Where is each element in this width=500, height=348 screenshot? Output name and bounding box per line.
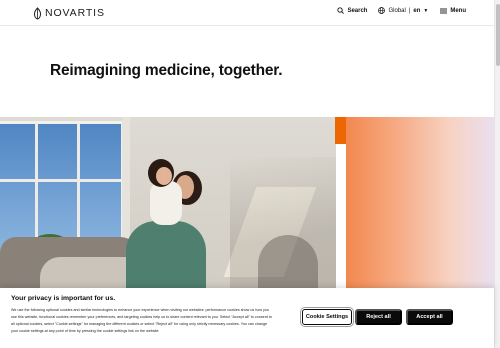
brand-logo[interactable]: NOVARTIS xyxy=(33,6,105,20)
headline-emphasis: together xyxy=(218,62,279,79)
brand-name: NOVARTIS xyxy=(45,7,105,19)
menu-button[interactable]: Menu xyxy=(440,8,466,14)
region-selector[interactable]: Global | en ▼ xyxy=(378,7,428,14)
cookie-settings-button[interactable]: Cookie Settings xyxy=(302,309,352,325)
hero-gradient-panel xyxy=(346,117,494,289)
region-label: Global xyxy=(388,7,406,14)
scrollbar-thumb[interactable] xyxy=(496,4,500,66)
cookie-banner: Your privacy is important for us. We use… xyxy=(0,288,494,348)
menu-label: Menu xyxy=(450,7,466,14)
hero-headline: Reimagining medicine, together. xyxy=(50,62,283,80)
headline-prefix: Reimagining medicine, xyxy=(50,62,219,79)
region-divider: | xyxy=(408,7,411,14)
hero-image xyxy=(0,117,494,289)
header-nav: Search Global | en ▼ Menu xyxy=(337,7,466,14)
cookie-title: Your privacy is important for us. xyxy=(11,295,116,302)
hero-divider xyxy=(336,144,346,289)
photo-shadow-figure xyxy=(258,235,318,289)
globe-icon xyxy=(378,7,386,14)
photo-mother xyxy=(126,221,206,289)
window-mullion xyxy=(0,179,121,182)
language-label: en xyxy=(413,7,421,14)
headline-suffix: . xyxy=(278,62,283,79)
photo-child-face xyxy=(156,167,172,185)
brand-accent-bar xyxy=(335,117,346,144)
accept-all-button[interactable]: Accept all xyxy=(406,309,453,325)
cookie-description: We use the following optional cookies an… xyxy=(11,308,272,334)
search-label: Search xyxy=(347,7,368,14)
novartis-logo-icon xyxy=(34,6,41,20)
photo-child xyxy=(150,181,182,225)
menu-icon xyxy=(440,8,448,13)
page-scrollbar[interactable] xyxy=(494,0,500,348)
site-header: NOVARTIS Search Global | en ▼ Menu xyxy=(0,0,494,26)
search-icon xyxy=(337,7,345,14)
search-button[interactable]: Search xyxy=(337,7,367,14)
chevron-down-icon: ▼ xyxy=(423,7,429,14)
reject-all-button[interactable]: Reject all xyxy=(355,309,402,325)
